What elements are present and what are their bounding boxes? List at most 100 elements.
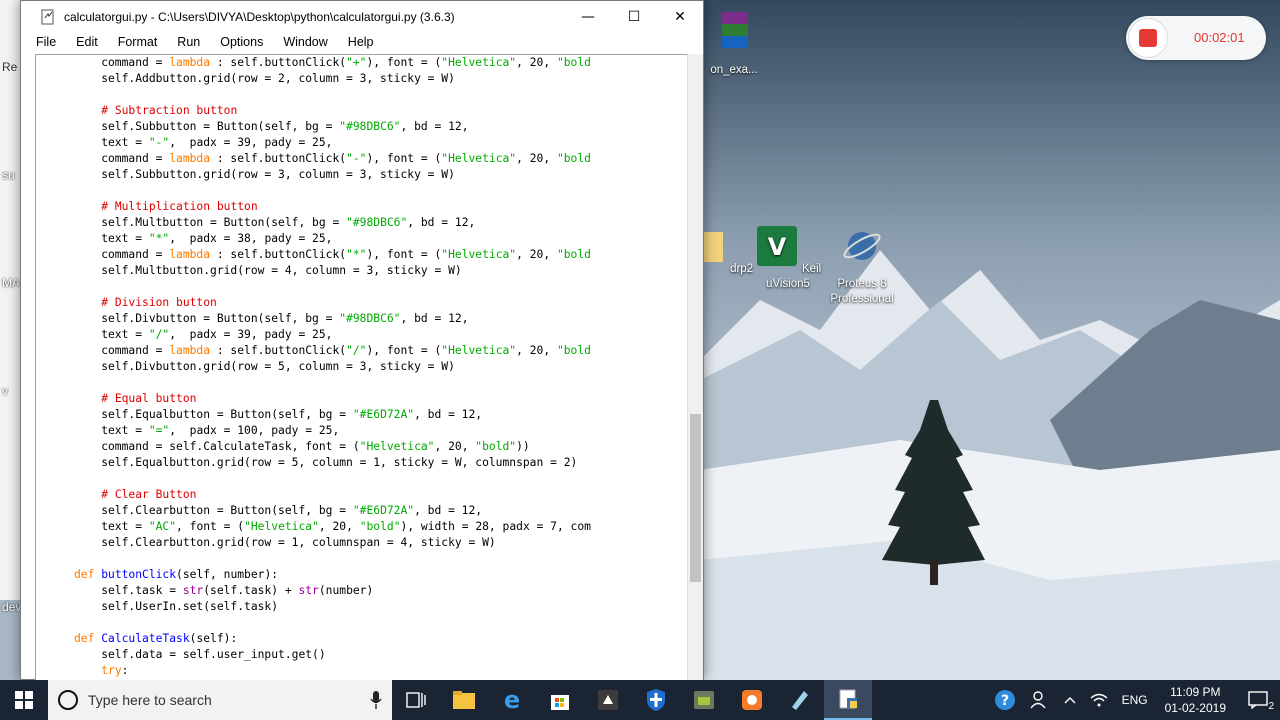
code-editor[interactable]: command = lambda : self.buttonClick("+")… bbox=[35, 54, 687, 680]
maximize-button[interactable]: ☐ bbox=[611, 1, 657, 32]
code-line: text = "AC", font = ("Helvetica", 20, "b… bbox=[74, 520, 591, 533]
language-indicator[interactable]: ENG bbox=[1115, 680, 1155, 720]
code-line: self.Equalbutton = Button(self, bg = "#E… bbox=[74, 408, 483, 421]
shield-icon bbox=[647, 689, 665, 711]
menu-options[interactable]: Options bbox=[217, 35, 266, 49]
taskbar-store[interactable] bbox=[536, 680, 584, 720]
stop-recording-button[interactable] bbox=[1128, 18, 1168, 58]
vertical-scrollbar[interactable] bbox=[687, 54, 703, 680]
show-hidden-icons-button[interactable] bbox=[1057, 680, 1083, 720]
taskbar-file-explorer[interactable] bbox=[440, 680, 488, 720]
android-studio-icon bbox=[694, 691, 714, 709]
taskbar-android-app[interactable] bbox=[680, 680, 728, 720]
idle-editor-window: calculatorgui.py - C:\Users\DIVYA\Deskto… bbox=[20, 0, 704, 680]
menu-file[interactable]: File bbox=[33, 35, 59, 49]
code-line: self.Divbutton.grid(row = 5, column = 3,… bbox=[74, 360, 455, 373]
code-line: text = "/", padx = 39, pady = 25, bbox=[74, 328, 333, 341]
code-line: self.Multbutton.grid(row = 4, column = 3… bbox=[74, 264, 462, 277]
code-line: self.data = self.user_input.get() bbox=[74, 648, 326, 661]
minimize-button[interactable]: — bbox=[565, 1, 611, 32]
start-button[interactable] bbox=[0, 680, 48, 720]
taskbar-python-idle[interactable] bbox=[824, 680, 872, 720]
task-view-icon bbox=[406, 692, 426, 708]
menu-format[interactable]: Format bbox=[115, 35, 161, 49]
desktop-icon-keil[interactable]: V Keil uVision5 bbox=[748, 224, 828, 292]
wifi-icon bbox=[1090, 693, 1108, 707]
taskbar-camera-app[interactable] bbox=[584, 680, 632, 720]
svg-text:V: V bbox=[768, 233, 787, 261]
taskbar-search[interactable]: Type here to search bbox=[48, 680, 392, 720]
microphone-icon[interactable] bbox=[370, 691, 382, 709]
menu-run[interactable]: Run bbox=[174, 35, 203, 49]
network-tray-button[interactable] bbox=[1083, 680, 1115, 720]
background-window-label: MA bbox=[2, 276, 20, 290]
desktop-icon-archive[interactable]: on_exa... bbox=[696, 10, 772, 78]
people-tray-button[interactable] bbox=[1023, 680, 1057, 720]
menu-edit[interactable]: Edit bbox=[73, 35, 101, 49]
task-view-button[interactable] bbox=[392, 680, 440, 720]
system-tray: ? ENG 11:09 PM 01-02-2019 2 bbox=[987, 680, 1280, 720]
stop-icon bbox=[1139, 29, 1157, 47]
crystal-icon bbox=[792, 691, 808, 710]
taskbar-notepad-app[interactable] bbox=[776, 680, 824, 720]
code-line: command = lambda : self.buttonClick("-")… bbox=[74, 152, 591, 165]
code-line: self.Subbutton.grid(row = 3, column = 3,… bbox=[74, 168, 455, 181]
code-line: self.Multbutton = Button(self, bg = "#98… bbox=[74, 216, 476, 229]
desktop-icon-proteus[interactable]: Proteus 8 Professional bbox=[824, 224, 900, 307]
search-placeholder: Type here to search bbox=[88, 692, 212, 708]
help-tray-button[interactable]: ? bbox=[987, 680, 1023, 720]
code-line: self.Addbutton.grid(row = 2, column = 3,… bbox=[74, 72, 455, 85]
menu-bar: File Edit Format Run Options Window Help bbox=[21, 32, 703, 52]
menu-window[interactable]: Window bbox=[280, 35, 330, 49]
background-window-label: dev bbox=[2, 600, 22, 614]
code-line: # Subtraction button bbox=[101, 104, 238, 117]
close-button[interactable]: ✕ bbox=[657, 1, 703, 32]
help-icon: ? bbox=[994, 690, 1015, 710]
taskbar-edge[interactable]: e bbox=[488, 680, 536, 720]
code-line: try: bbox=[101, 664, 129, 677]
screen-recorder-widget: 00:02:01 bbox=[1126, 16, 1266, 60]
code-line: command = lambda : self.buttonClick("/")… bbox=[74, 344, 591, 357]
desktop-icon-label: Proteus 8 Professional bbox=[830, 278, 894, 305]
scrollbar-thumb[interactable] bbox=[690, 414, 701, 582]
recording-timer: 00:02:01 bbox=[1194, 30, 1245, 45]
people-icon bbox=[1030, 691, 1046, 709]
code-line: text = "*", padx = 38, pady = 25, bbox=[74, 232, 333, 245]
svg-text:?: ? bbox=[1001, 693, 1009, 709]
windows-logo-icon bbox=[15, 691, 33, 709]
code-line: command = lambda : self.buttonClick("*")… bbox=[74, 248, 591, 261]
chevron-up-icon bbox=[1064, 697, 1076, 704]
code-line: self.Clearbutton.grid(row = 1, columnspa… bbox=[74, 536, 496, 549]
clock-date: 01-02-2019 bbox=[1164, 701, 1226, 715]
code-line: # Multiplication button bbox=[101, 200, 258, 213]
notification-icon bbox=[1248, 691, 1268, 709]
edge-icon: e bbox=[503, 686, 521, 714]
source-code: command = lambda : self.buttonClick("+")… bbox=[74, 55, 591, 679]
taskbar-security[interactable] bbox=[632, 680, 680, 720]
code-line: self.Clearbutton = Button(self, bg = "#E… bbox=[74, 504, 483, 517]
background-window-label: su bbox=[2, 168, 15, 182]
clock[interactable]: 11:09 PM 01-02-2019 bbox=[1155, 680, 1236, 720]
python-file-icon bbox=[839, 689, 857, 709]
code-line: # Equal button bbox=[101, 392, 197, 405]
proteus-icon bbox=[843, 232, 881, 260]
app-icon bbox=[598, 690, 618, 710]
winrar-icon bbox=[722, 12, 748, 48]
code-line: text = "=", padx = 100, pady = 25, bbox=[74, 424, 340, 437]
action-center-button[interactable]: 2 bbox=[1236, 680, 1280, 720]
title-bar[interactable]: calculatorgui.py - C:\Users\DIVYA\Deskto… bbox=[21, 1, 703, 32]
python-file-icon bbox=[41, 9, 54, 24]
taskbar-recorder[interactable] bbox=[728, 680, 776, 720]
code-line: self.task = str(self.task) + str(number) bbox=[74, 584, 374, 597]
menu-help[interactable]: Help bbox=[345, 35, 377, 49]
background-window-label: Re bbox=[2, 60, 18, 74]
code-line: # Division button bbox=[101, 296, 217, 309]
notification-count: 2 bbox=[1268, 701, 1274, 712]
cortana-icon bbox=[58, 690, 78, 710]
